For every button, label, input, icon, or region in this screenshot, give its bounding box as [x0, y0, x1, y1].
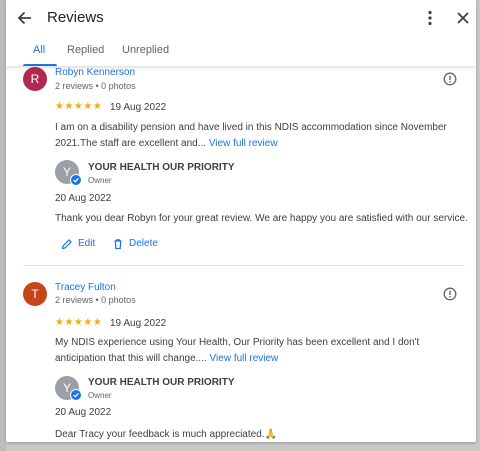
reviewer-meta: 2 reviews • 0 photos: [55, 295, 136, 305]
delete-reply-button[interactable]: Delete: [112, 238, 172, 252]
view-full-review-link[interactable]: View full review: [210, 353, 279, 364]
review-date: 19 Aug 2022: [110, 318, 167, 329]
view-full-review-link[interactable]: View full review: [209, 138, 278, 149]
dialog-header: Reviews All Replied Unreplied: [6, 0, 476, 66]
owner-name: YOUR HEALTH OUR PRIORITY: [88, 377, 235, 388]
star-rating: ★★★★★: [55, 317, 103, 328]
more-vert-icon[interactable]: [420, 8, 440, 28]
report-review-icon[interactable]: [443, 287, 457, 301]
reply-date: 20 Aug 2022: [55, 407, 112, 418]
reviewer-meta: 2 reviews • 0 photos: [55, 81, 136, 91]
page-title: Reviews: [47, 9, 104, 26]
edit-reply-button[interactable]: Edit: [61, 238, 106, 252]
tab-replied[interactable]: Replied: [67, 44, 104, 56]
reply-text: Thank you dear Robyn for your great revi…: [55, 213, 468, 224]
tab-all[interactable]: All: [33, 44, 45, 56]
review-text: My NDIS experience using Your Health, Ou…: [55, 335, 465, 367]
close-icon[interactable]: [453, 8, 473, 28]
trash-icon: [114, 239, 122, 250]
reply-date: 20 Aug 2022: [55, 193, 112, 204]
reviewer-avatar[interactable]: R: [23, 67, 47, 91]
reviewer-name[interactable]: Tracey Fulton: [55, 282, 116, 293]
arrow-left-icon[interactable]: [15, 8, 35, 28]
review-divider: [23, 265, 465, 266]
reviewer-name[interactable]: Robyn Kennerson: [55, 67, 135, 78]
reply-text: Dear Tracy your feedback is much appreci…: [55, 429, 277, 440]
review-text: I am on a disability pension and have li…: [55, 120, 465, 152]
active-tab-indicator: [23, 64, 57, 66]
report-review-icon[interactable]: [443, 72, 457, 86]
edit-icon: [61, 239, 72, 250]
review-date: 19 Aug 2022: [110, 102, 167, 113]
star-rating: ★★★★★: [55, 101, 103, 112]
delete-label: Delete: [129, 238, 158, 249]
reviewer-avatar[interactable]: T: [23, 282, 47, 306]
verified-badge-icon: [70, 174, 82, 186]
tab-unreplied[interactable]: Unreplied: [122, 44, 169, 56]
owner-role: Owner: [88, 391, 112, 400]
owner-name: YOUR HEALTH OUR PRIORITY: [88, 162, 235, 173]
owner-role: Owner: [88, 176, 112, 185]
edit-label: Edit: [78, 238, 96, 249]
reviews-dialog: R Robyn Kennerson 2 reviews • 0 photos ★…: [6, 0, 476, 442]
verified-badge-icon: [70, 389, 82, 401]
